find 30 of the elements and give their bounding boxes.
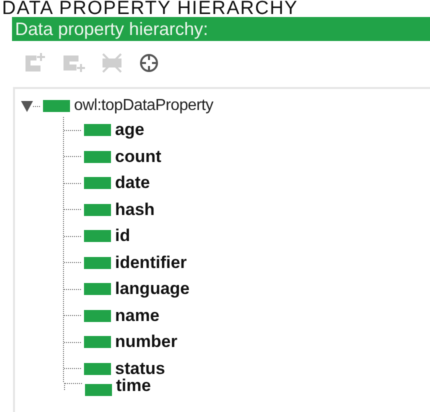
- property-icon: [84, 124, 111, 136]
- property-icon: [84, 230, 111, 242]
- tree-item[interactable]: id: [115, 226, 130, 246]
- tree-item[interactable]: name: [115, 306, 160, 326]
- panel-title: Data property hierarchy:: [12, 17, 430, 41]
- page-heading: DATA PROPERTY HIERARCHY: [1, 0, 300, 17]
- tree-item[interactable]: time: [116, 376, 151, 396]
- crosshair-icon: [138, 52, 160, 74]
- property-icon: [84, 177, 111, 190]
- tree-item[interactable]: status: [115, 358, 166, 379]
- expand-toggle-icon[interactable]: [21, 100, 33, 112]
- property-icon: [84, 336, 111, 348]
- property-icon: [84, 310, 111, 322]
- property-icon: [84, 150, 111, 163]
- delete-icon: [100, 52, 124, 74]
- property-icon: [85, 384, 112, 396]
- property-icon: [84, 283, 111, 296]
- property-icon: [84, 256, 111, 269]
- tree-item[interactable]: date: [115, 173, 150, 194]
- tree-item[interactable]: identifier: [115, 252, 187, 273]
- property-icon: [43, 100, 70, 112]
- property-icon: [84, 204, 111, 216]
- tree-item[interactable]: language: [115, 279, 190, 300]
- tree-item[interactable]: count: [115, 146, 162, 167]
- tree-item[interactable]: owl:topDataProperty: [74, 97, 214, 115]
- tree-item[interactable]: age: [115, 120, 144, 140]
- tree-item[interactable]: hash: [115, 200, 155, 220]
- tree-item[interactable]: number: [115, 332, 178, 352]
- add-subproperty-icon: [24, 52, 48, 74]
- property-icon: [84, 362, 111, 375]
